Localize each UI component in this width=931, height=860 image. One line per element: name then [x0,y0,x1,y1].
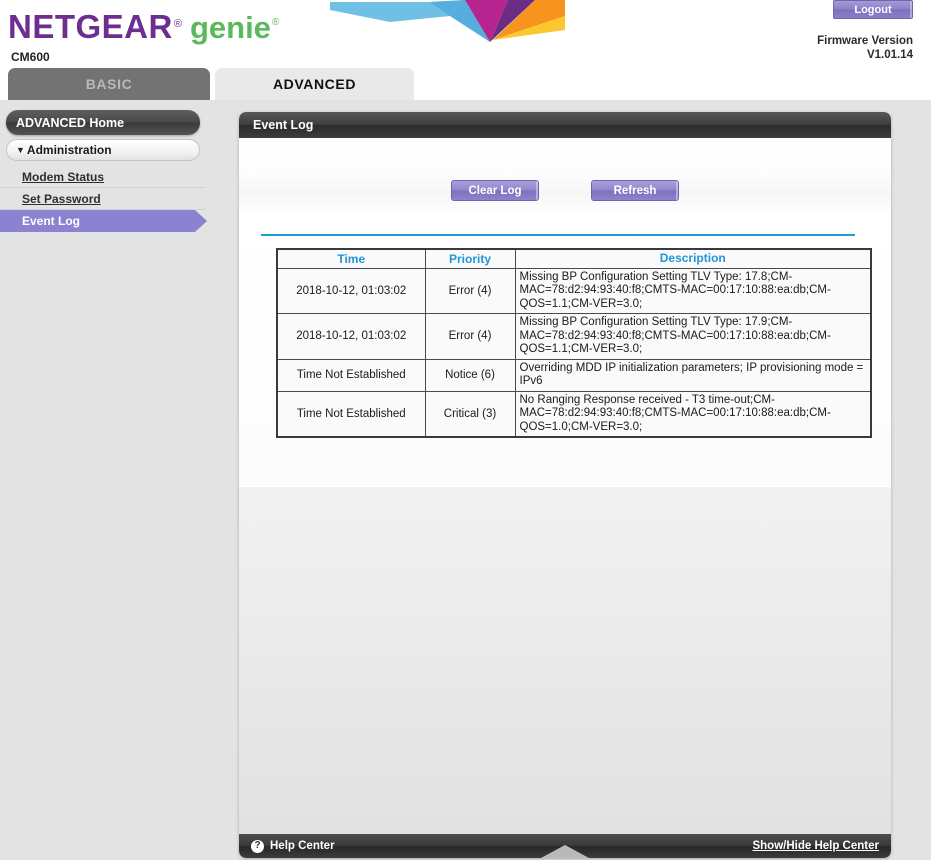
sidebar-item-label: Set Password [22,191,101,206]
sidebar-item-label: Event Log [22,214,81,228]
cell-time: 2018-10-12, 01:03:02 [276,267,426,314]
cell-time: Time Not Established [276,358,426,392]
table-header-row: Time Priority Description [276,248,872,269]
panel-title: Event Log [239,112,891,138]
help-center-label: Help Center [270,840,335,852]
table-row: Time Not Established Critical (3) No Ran… [276,390,872,438]
table-row: 2018-10-12, 01:03:02 Error (4) Missing B… [276,267,872,314]
cell-description: No Ranging Response received - T3 time-o… [514,390,872,438]
action-button-row: Clear Log Refresh [253,138,877,201]
sidebar-item-label: Modem Status [22,169,105,184]
cell-description: Missing BP Configuration Setting TLV Typ… [514,267,872,314]
firmware-version-block: Firmware Version V1.01.14 [817,34,913,62]
help-center-group[interactable]: ? Help Center [251,839,335,853]
main-tab-bar: BASIC ADVANCED [0,68,931,100]
cell-priority: Error (4) [424,313,516,360]
cell-description: Missing BP Configuration Setting TLV Typ… [514,313,872,360]
table-row: Time Not Established Notice (6) Overridi… [276,358,872,392]
chevron-down-icon: ▼ [16,145,25,155]
show-hide-help-center-link[interactable]: Show/Hide Help Center [752,840,879,852]
table-row: 2018-10-12, 01:03:02 Error (4) Missing B… [276,313,872,360]
page-body: ADVANCED Home ▼ Administration Modem Sta… [0,100,931,860]
sidebar-item-set-password[interactable]: Set Password [0,188,205,210]
genie-registered-icon: ® [271,17,280,28]
column-header-priority: Priority [424,248,516,269]
panel-empty-area [239,485,891,834]
firmware-version-label: Firmware Version [817,35,913,47]
sidebar-item-event-log[interactable]: Event Log [0,210,207,232]
section-divider [261,234,855,236]
sidebar-nav: ADVANCED Home ▼ Administration Modem Sta… [0,100,215,232]
tab-basic[interactable]: BASIC [8,68,210,100]
sidebar-item-modem-status[interactable]: Modem Status [0,166,205,188]
cell-time: 2018-10-12, 01:03:02 [276,313,426,360]
column-header-description: Description [514,248,872,269]
panel-body: Clear Log Refresh Time Priority Descript… [239,138,891,486]
question-mark-icon: ? [251,839,264,853]
page-header: NETGEAR ® genie ® CM600 Logout Firmware … [0,0,931,68]
cell-time: Time Not Established [276,390,426,438]
event-log-table: Time Priority Description 2018-10-12, 01… [276,248,872,438]
sidebar-group-label: Administration [26,143,112,157]
clear-log-button[interactable]: Clear Log [451,180,539,201]
netgear-registered-icon: ® [173,18,182,30]
refresh-button[interactable]: Refresh [591,180,679,201]
cell-priority: Notice (6) [424,358,516,392]
cell-priority: Critical (3) [424,390,516,438]
panel-footer: ? Help Center Show/Hide Help Center [239,834,891,858]
logout-button[interactable]: Logout [833,0,913,19]
genie-wordmark: genie [189,10,271,45]
sidebar-item-advanced-home[interactable]: ADVANCED Home [6,110,200,135]
firmware-version-value: V1.01.14 [866,49,913,61]
device-model-label: CM600 [11,50,50,64]
cell-priority: Error (4) [424,267,516,314]
sidebar-group-administration[interactable]: ▼ Administration [6,139,200,161]
cell-description: Overriding MDD IP initialization paramet… [514,358,872,392]
content-panel: Event Log Clear Log Refresh Time Priorit… [239,112,891,858]
netgear-wordmark: NETGEAR [8,8,173,45]
tab-advanced[interactable]: ADVANCED [215,68,414,100]
brand-logo: NETGEAR ® genie ® [8,8,280,46]
decorative-facets-graphic [330,0,565,42]
help-panel-expand-handle-icon[interactable] [541,845,589,858]
column-header-time: Time [276,248,426,269]
